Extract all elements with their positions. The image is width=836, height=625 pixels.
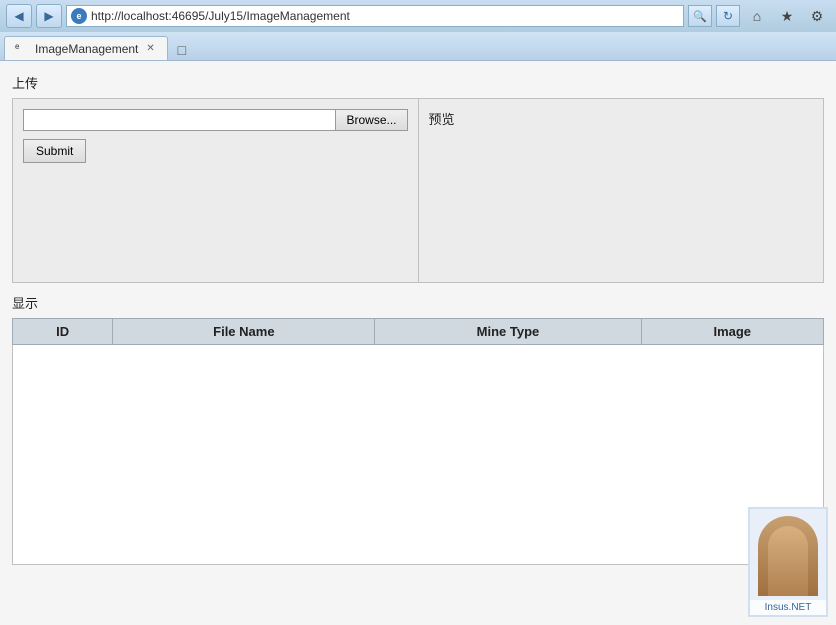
watermark-face-shape (758, 516, 818, 596)
preview-panel: 预览 (419, 99, 824, 282)
refresh-button[interactable]: ↻ (716, 5, 740, 27)
tab-imagemanagement[interactable]: e ImageManagement ✕ (4, 36, 168, 60)
preview-label: 预览 (429, 109, 814, 128)
col-image: Image (641, 319, 823, 345)
upload-panel: Browse... Submit (13, 99, 419, 282)
file-input-row: Browse... (23, 109, 408, 131)
new-tab-button[interactable]: □ (170, 40, 194, 60)
display-section-label: 显示 (12, 293, 824, 312)
home-button[interactable]: ⌂ (744, 4, 770, 28)
address-text: http://localhost:46695/July15/ImageManag… (91, 9, 350, 23)
tools-button[interactable]: ⚙ (804, 4, 830, 28)
upload-section-label: 上传 (12, 73, 824, 92)
browser-chrome: ◀ ▶ e http://localhost:46695/July15/Imag… (0, 0, 836, 61)
toolbar-right: ⌂ ★ ⚙ (744, 4, 830, 28)
title-bar: ◀ ▶ e http://localhost:46695/July15/Imag… (0, 0, 836, 32)
data-table: ID File Name Mine Type Image (12, 318, 824, 565)
tab-close-button[interactable]: ✕ (144, 42, 156, 55)
address-bar[interactable]: e http://localhost:46695/July15/ImageMan… (66, 5, 684, 27)
browse-button[interactable]: Browse... (335, 109, 407, 131)
submit-button[interactable]: Submit (23, 139, 86, 163)
table-row-empty (13, 345, 824, 565)
watermark-label: Insus.NET (750, 600, 826, 615)
back-button[interactable]: ◀ (6, 4, 32, 28)
table-header-row: ID File Name Mine Type Image (13, 319, 824, 345)
table-body (13, 345, 824, 565)
col-filename: File Name (113, 319, 375, 345)
favorites-button[interactable]: ★ (774, 4, 800, 28)
two-panel: Browse... Submit 预览 (12, 98, 824, 283)
watermark-image: Insus.NET (748, 507, 828, 617)
address-bar-container: e http://localhost:46695/July15/ImageMan… (66, 5, 740, 27)
page-content: 上传 Browse... Submit 预览 显示 ID File Name M… (0, 61, 836, 625)
col-id: ID (13, 319, 113, 345)
col-minetype: Mine Type (375, 319, 641, 345)
forward-button[interactable]: ▶ (36, 4, 62, 28)
table-header: ID File Name Mine Type Image (13, 319, 824, 345)
browser-icon: e (71, 8, 87, 24)
tab-icon: e (15, 42, 29, 56)
address-search-button[interactable]: 🔍 (688, 5, 712, 27)
tab-bar: e ImageManagement ✕ □ (0, 32, 836, 60)
empty-cell (13, 345, 824, 565)
file-input[interactable] (23, 109, 335, 131)
tab-label: ImageManagement (35, 42, 138, 56)
